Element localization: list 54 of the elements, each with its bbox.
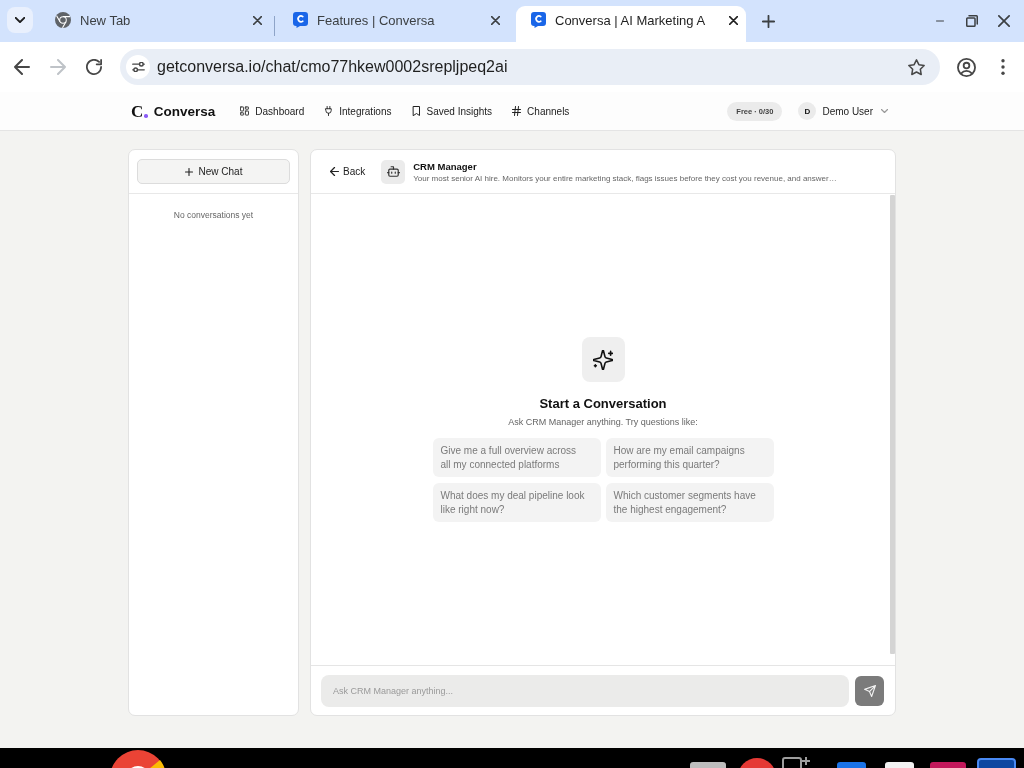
plus-icon[interactable] xyxy=(762,14,775,28)
back-arrow-icon[interactable] xyxy=(14,59,30,75)
empty-conversations-text: No conversations yet xyxy=(172,210,255,220)
close-icon[interactable] xyxy=(729,15,738,25)
restore-icon[interactable] xyxy=(966,15,978,27)
suggestion-chip[interactable]: What does my deal pipeline look like right now? xyxy=(432,483,601,522)
tab-list-button[interactable] xyxy=(7,7,33,33)
browser-tab[interactable]: New Tab xyxy=(40,6,270,42)
browser-tab[interactable]: Features | Conversa xyxy=(278,6,508,42)
suggestion-chip[interactable]: Give me a full overview across all my connected platforms xyxy=(432,438,601,477)
nav-link[interactable]: Saved Insights xyxy=(411,105,493,117)
more-menu-icon[interactable] xyxy=(1001,59,1005,75)
plug-icon xyxy=(324,106,334,116)
empty-state-title: Start a Conversation xyxy=(539,396,667,411)
plus-icon xyxy=(184,167,193,176)
nav-link[interactable]: Dashboard xyxy=(240,105,305,117)
suggestion-chip[interactable]: Which customer segments have the highest engagement? xyxy=(605,483,774,522)
reload-icon[interactable] xyxy=(86,59,102,75)
chevron-down-icon xyxy=(881,109,888,113)
close-icon[interactable] xyxy=(998,15,1010,27)
close-icon[interactable] xyxy=(491,15,500,25)
send-icon xyxy=(863,684,876,697)
suggestion-chip[interactable]: How are my email campaigns performing this quarter? xyxy=(605,438,774,477)
bookmark-icon xyxy=(411,106,421,116)
robot-icon xyxy=(381,159,406,184)
profile-icon[interactable] xyxy=(957,57,976,77)
grid-icon xyxy=(240,106,250,116)
back-button[interactable]: Back xyxy=(330,166,366,177)
address-bar[interactable]: getconversa.io/chat/cmo77hkew0002srepljpeq2ai xyxy=(120,49,940,85)
star-icon[interactable] xyxy=(908,58,925,76)
avatar: D xyxy=(798,102,817,120)
chevron-down-icon xyxy=(15,17,25,23)
scrollbar[interactable] xyxy=(890,195,895,654)
user-menu[interactable]: D Demo User xyxy=(798,102,888,120)
agent-description: Your most senior AI hire. Monitors your entire marketing stack, flags issues before they cost you revenue, and answer… xyxy=(413,173,837,183)
browser-logo-icon xyxy=(55,12,71,28)
hash-icon xyxy=(512,106,522,116)
sparkles-icon xyxy=(581,337,625,382)
arrow-left-icon xyxy=(330,167,339,176)
logo-mark[interactable]: C xyxy=(131,102,148,120)
nav-link[interactable]: Integrations xyxy=(324,105,392,117)
close-icon[interactable] xyxy=(253,15,262,25)
chat-bubble-icon xyxy=(531,12,546,28)
empty-state-subtitle: Ask CRM Manager anything. Try questions like: xyxy=(508,417,698,427)
new-chat-button[interactable]: New Chat xyxy=(137,159,290,184)
shelf-app-icon[interactable] xyxy=(110,750,166,768)
agent-name: CRM Manager xyxy=(413,160,478,172)
chat-bubble-icon xyxy=(293,12,308,28)
nav-link[interactable]: Channels xyxy=(512,105,570,117)
brand-name[interactable]: Conversa xyxy=(153,103,216,119)
message-input[interactable]: Ask CRM Manager anything... xyxy=(321,674,849,707)
site-settings-icon[interactable] xyxy=(126,55,150,79)
shelf-app-icon[interactable] xyxy=(782,756,810,768)
browser-tab[interactable]: Conversa | AI Marketing A xyxy=(516,6,746,42)
